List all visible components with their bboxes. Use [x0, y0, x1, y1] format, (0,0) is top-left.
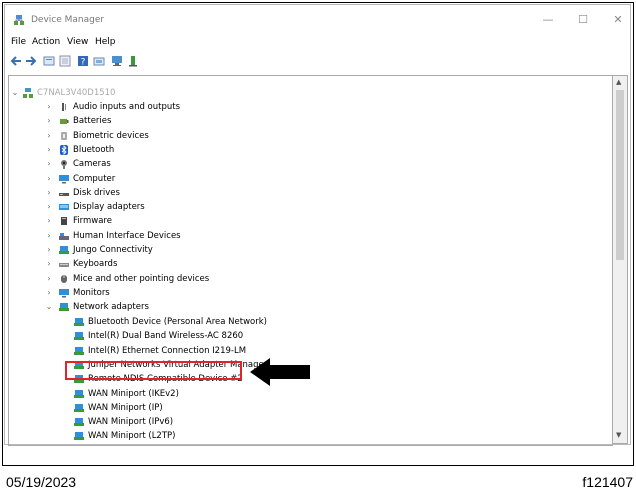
tree-category-label: Network adapters	[73, 302, 149, 313]
network-adapter-icon	[74, 403, 84, 412]
chevron-right-icon[interactable]: ›	[45, 129, 53, 143]
network-adapter-icon	[74, 418, 84, 427]
figure-code: f121407	[582, 474, 633, 490]
chevron-right-icon[interactable]: ›	[45, 229, 53, 243]
chevron-right-icon[interactable]: ›	[45, 272, 53, 286]
network-adapter-icon	[74, 432, 84, 441]
network-adapter-icon	[59, 303, 69, 312]
toolbar: ?	[5, 53, 630, 71]
chevron-right-icon[interactable]: ›	[45, 114, 53, 128]
network-adapter-icon	[74, 332, 84, 341]
tree-category-label: Display adapters	[73, 202, 145, 213]
tree-category-label: Cameras	[73, 159, 111, 170]
network-adapter-label: Intel(R) Ethernet Connection I219-LM	[88, 345, 247, 356]
chevron-right-icon[interactable]: ›	[45, 157, 53, 171]
computer-root-icon	[23, 88, 33, 98]
scan-hardware-icon[interactable]	[111, 55, 123, 67]
chevron-right-icon[interactable]: ›	[45, 143, 53, 157]
bluetooth-icon	[60, 144, 68, 155]
chevron-right-icon[interactable]: ›	[45, 172, 53, 186]
add-hardware-icon[interactable]	[127, 55, 139, 67]
device-manager-icon	[14, 15, 24, 25]
highlight-box	[65, 361, 242, 380]
chevron-right-icon[interactable]: ›	[45, 257, 53, 271]
minimize-button[interactable]: —	[541, 13, 555, 27]
chevron-right-icon[interactable]: ›	[45, 286, 53, 300]
maximize-button[interactable]: ☐	[576, 13, 590, 27]
network-adapter-label: WAN Miniport (IPv6)	[88, 417, 174, 428]
network-adapter-icon	[74, 318, 84, 326]
disk-drive-icon	[59, 192, 69, 196]
tree-category-label: Batteries	[73, 116, 112, 127]
vertical-scrollbar[interactable]: ▲ ▼	[612, 75, 628, 444]
tree-category-label: Biometric devices	[73, 130, 149, 141]
tree-category-label: Jungo Connectivity	[73, 245, 153, 255]
help-icon[interactable]: ?	[77, 55, 89, 67]
monitor-icon	[59, 288, 69, 298]
tree-category-label: Bluetooth	[73, 144, 115, 155]
battery-icon	[60, 119, 69, 125]
network-icon	[59, 246, 69, 254]
menu-bar: File Action View Help	[5, 35, 630, 51]
footer-date: 05/19/2023	[6, 474, 77, 490]
svg-text:?: ?	[81, 58, 86, 68]
mouse-icon	[61, 274, 67, 283]
network-adapter-label: WAN Miniport (IKEv2)	[88, 388, 179, 399]
properties-icon[interactable]	[43, 55, 55, 67]
tree-category-label: Audio inputs and outputs	[73, 102, 181, 112]
scroll-up-icon[interactable]: ▲	[616, 78, 621, 86]
fingerprint-icon	[61, 131, 67, 140]
view-icon[interactable]	[59, 55, 71, 67]
computer-icon	[59, 174, 69, 183]
tree-category-label: Mice and other pointing devices	[73, 273, 210, 284]
chevron-right-icon[interactable]: ›	[45, 200, 53, 214]
chevron-right-icon[interactable]: ›	[45, 100, 53, 114]
speaker-icon	[62, 103, 66, 111]
chevron-right-icon[interactable]: ›	[45, 243, 53, 257]
window-title: Device Manager	[31, 15, 105, 25]
camera-icon	[61, 160, 67, 170]
menu-action[interactable]: Action	[32, 37, 60, 47]
hid-icon	[59, 232, 69, 240]
menu-view[interactable]: View	[67, 37, 88, 47]
tree-category-label: Computer	[73, 173, 116, 184]
chevron-right-icon[interactable]: ›	[45, 186, 53, 200]
forward-arrow-icon[interactable]	[25, 55, 37, 67]
menu-file[interactable]: File	[11, 37, 26, 47]
scroll-down-icon[interactable]: ▼	[616, 431, 621, 439]
pointer-arrow-icon	[250, 358, 310, 386]
back-arrow-icon[interactable]	[10, 55, 22, 67]
menu-help[interactable]: Help	[95, 37, 116, 47]
chevron-right-icon[interactable]: ›	[45, 214, 53, 228]
tree-category-label: Disk drives	[73, 187, 120, 198]
chevron-down-icon[interactable]: ⌄	[11, 86, 19, 100]
tree-category-label: Human Interface Devices	[73, 230, 181, 241]
computer-name: C7NAL3V40D1510	[37, 88, 116, 98]
tree-category-label: Keyboards	[73, 259, 118, 270]
firmware-icon	[61, 217, 67, 226]
tree-category-label: Monitors	[73, 287, 110, 298]
network-adapter-label: Intel(R) Dual Band Wireless-AC 8260	[88, 331, 244, 342]
title-bar: Device Manager — ☐ ✕	[5, 5, 630, 35]
close-button[interactable]: ✕	[611, 13, 625, 27]
scroll-thumb[interactable]	[616, 90, 624, 260]
update-driver-icon[interactable]	[93, 55, 105, 67]
network-adapter-label: WAN Miniport (Network Monitor)	[88, 444, 226, 445]
network-adapter-label: WAN Miniport (L2TP)	[88, 431, 176, 442]
chevron-down-icon[interactable]: ⌄	[45, 300, 53, 314]
network-adapter-label: Bluetooth Device (Personal Area Network)	[88, 317, 267, 327]
keyboard-icon	[59, 263, 69, 268]
tree-category-label: Firmware	[73, 216, 112, 227]
network-adapter-icon	[74, 346, 84, 355]
network-adapter-label: WAN Miniport (IP)	[88, 402, 163, 413]
display-adapter-icon	[59, 204, 69, 211]
network-adapter-icon	[74, 389, 84, 398]
device-tree: ⌄ C7NAL3V40D1510 › Audio inputs and outpu…	[8, 75, 613, 446]
